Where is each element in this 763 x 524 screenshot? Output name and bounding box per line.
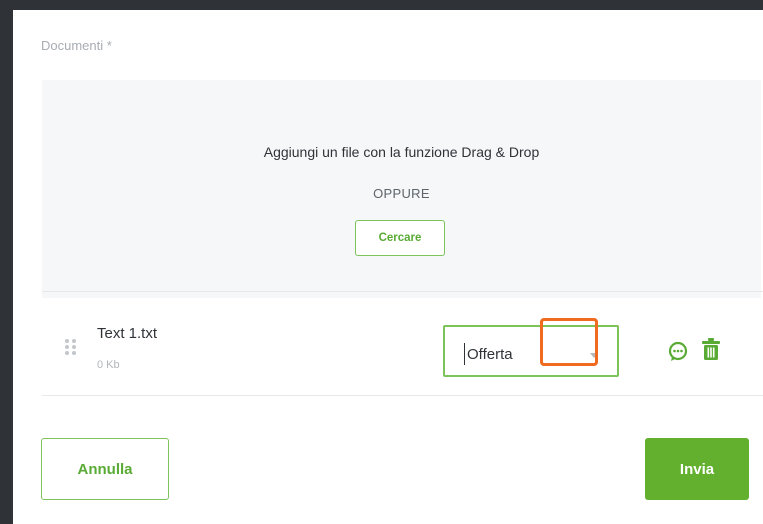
submit-button[interactable]: Invia	[645, 438, 749, 500]
file-name: Text 1.txt	[97, 325, 158, 342]
file-dropzone[interactable]: Aggiungi un file con la funzione Drag & …	[42, 80, 761, 298]
documents-label: Documenti *	[41, 38, 112, 53]
text-caret	[464, 343, 465, 365]
dropzone-title: Aggiungi un file con la funzione Drag & …	[263, 144, 540, 160]
chevron-down-icon[interactable]	[590, 353, 598, 358]
file-size: 0 Kb	[97, 359, 120, 371]
browse-button[interactable]: Cercare	[355, 220, 445, 256]
trash-icon[interactable]	[702, 338, 720, 360]
drag-handle-icon[interactable]	[65, 339, 77, 359]
divider	[42, 395, 763, 396]
upload-dialog: Documenti * Aggiungi un file con la funz…	[13, 10, 763, 524]
document-type-value: Offerta	[467, 346, 513, 363]
dropzone-or-text: OPPURE	[373, 186, 430, 201]
comment-icon[interactable]	[667, 341, 689, 363]
divider	[42, 291, 763, 292]
document-type-select[interactable]: Offerta	[443, 325, 619, 377]
cancel-button[interactable]: Annulla	[41, 438, 169, 500]
